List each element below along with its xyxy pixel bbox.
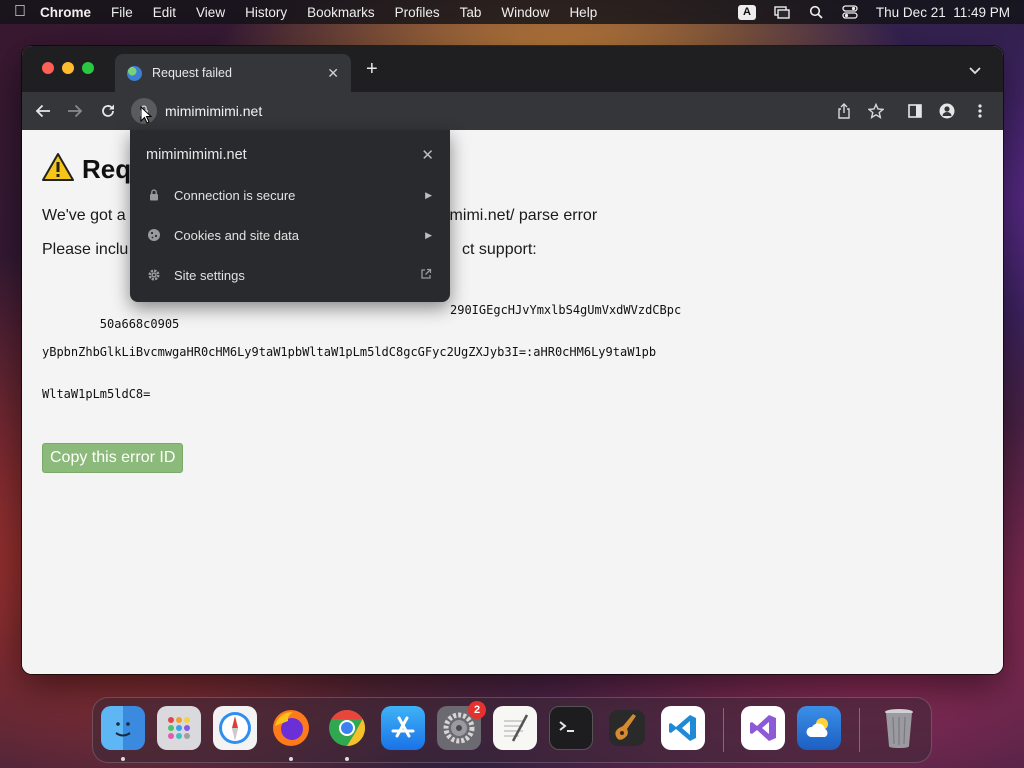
share-icon[interactable] xyxy=(835,102,853,120)
tab-strip: Request failed ✕ + xyxy=(22,46,1003,92)
bookmark-star-icon[interactable] xyxy=(867,102,885,120)
cookie-icon xyxy=(146,228,162,242)
menu-bar:  Chrome File Edit View History Bookmark… xyxy=(0,0,1024,24)
finder-dock-icon[interactable] xyxy=(101,706,145,750)
input-source-badge[interactable]: A xyxy=(737,4,756,20)
tab-search-chevron-icon[interactable] xyxy=(969,62,981,80)
new-tab-button[interactable]: + xyxy=(366,59,378,79)
weather-dock-icon[interactable] xyxy=(797,706,841,750)
dock-separator xyxy=(859,708,860,752)
cookies-site-data-row[interactable]: Cookies and site data ▶ xyxy=(130,215,450,255)
back-button[interactable] xyxy=(34,102,52,120)
textedit-dock-icon[interactable] xyxy=(493,706,537,750)
profile-avatar-icon[interactable] xyxy=(938,102,956,120)
external-link-icon xyxy=(420,268,432,282)
reload-button[interactable] xyxy=(99,102,117,120)
garageband-dock-icon[interactable] xyxy=(605,706,649,750)
error-description-start: We've got a xyxy=(42,207,126,224)
safari-dock-icon[interactable] xyxy=(213,706,257,750)
trash-dock-icon[interactable] xyxy=(877,706,921,750)
gear-icon xyxy=(146,268,162,282)
firefox-dock-icon[interactable] xyxy=(269,706,313,750)
menu-bookmarks[interactable]: Bookmarks xyxy=(307,5,375,20)
site-settings-label: Site settings xyxy=(174,267,245,283)
vscode-dock-icon[interactable] xyxy=(661,706,705,750)
chrome-running-dot xyxy=(345,757,349,761)
control-center-icon[interactable] xyxy=(842,5,858,19)
chrome-menu-icon[interactable] xyxy=(971,102,989,120)
site-info-popup: mimimimimi.net ✕ Connection is secure ▶ … xyxy=(130,130,450,302)
menu-profiles[interactable]: Profiles xyxy=(395,5,440,20)
support-instruction-end: ct support: xyxy=(462,241,537,258)
error-id-line-1-start: 50a668c0905 xyxy=(99,317,180,331)
terminal-dock-icon[interactable] xyxy=(549,706,593,750)
menubar-clock[interactable]: Thu Dec 21 11:49 PM xyxy=(876,5,1010,20)
warning-icon xyxy=(42,152,74,187)
system-settings-dock-icon[interactable]: 2 xyxy=(437,701,486,750)
finder-running-dot xyxy=(121,757,125,761)
zoom-window-button[interactable] xyxy=(82,62,94,74)
error-description-end: imimi.net/ parse error xyxy=(446,207,598,224)
popup-site-name: mimimimimi.net xyxy=(146,147,247,163)
menu-app-chrome[interactable]: Chrome xyxy=(40,5,91,20)
launchpad-dock-icon[interactable] xyxy=(157,706,201,750)
window-controls xyxy=(42,62,94,74)
screen-mirroring-icon[interactable] xyxy=(774,5,790,19)
minimize-window-button[interactable] xyxy=(62,62,74,74)
cookies-site-data-label: Cookies and site data xyxy=(174,227,300,243)
menu-view[interactable]: View xyxy=(196,5,225,20)
chevron-right-icon: ▶ xyxy=(425,189,432,200)
tab-title: Request failed xyxy=(152,66,232,80)
menu-file[interactable]: File xyxy=(111,5,133,20)
apple-menu-icon[interactable]:  xyxy=(14,3,40,21)
tab-request-failed[interactable]: Request failed ✕ xyxy=(115,54,351,92)
address-bar[interactable]: mimimimimi.net xyxy=(128,97,898,125)
dock: 2 xyxy=(92,697,932,763)
error-id-line-1-end: 290IGEgcHJvYmxlbS4gUmVxdWVzdCBpc xyxy=(450,303,682,317)
chrome-dock-icon[interactable] xyxy=(325,706,369,750)
visual-studio-dock-icon[interactable] xyxy=(741,706,785,750)
page-title: Req xyxy=(82,154,132,184)
globe-favicon-icon xyxy=(127,65,142,81)
spotlight-search-icon[interactable] xyxy=(808,5,824,19)
popup-close-icon[interactable]: ✕ xyxy=(421,146,434,164)
menu-window[interactable]: Window xyxy=(501,5,549,20)
browser-toolbar: mimimimimi.net xyxy=(22,92,1003,130)
firefox-running-dot xyxy=(289,757,293,761)
notification-badge: 2 xyxy=(468,701,486,719)
close-window-button[interactable] xyxy=(42,62,54,74)
menu-tab[interactable]: Tab xyxy=(460,5,482,20)
mouse-pointer-icon xyxy=(140,105,153,129)
connection-secure-row[interactable]: Connection is secure ▶ xyxy=(130,175,450,215)
lock-icon xyxy=(146,189,162,201)
app-store-dock-icon[interactable] xyxy=(381,706,425,750)
site-settings-row[interactable]: Site settings xyxy=(130,255,450,295)
error-id-line-3: WltaW1pLm5ldC8= xyxy=(42,387,151,401)
copy-error-id-button[interactable]: Copy this error ID xyxy=(42,443,184,473)
menu-history[interactable]: History xyxy=(245,5,287,20)
chevron-right-icon: ▶ xyxy=(425,229,432,240)
error-id-line-2: yBpbnZhbGlkLiBvcmwgaHR0cHM6Ly9taW1pbWlta… xyxy=(42,345,657,359)
tab-close-icon[interactable]: ✕ xyxy=(327,65,339,82)
side-panel-icon[interactable] xyxy=(906,102,924,120)
forward-button[interactable] xyxy=(66,102,84,120)
url-text[interactable]: mimimimimi.net xyxy=(165,103,262,119)
support-instruction-start: Please inclu xyxy=(42,241,129,258)
menu-help[interactable]: Help xyxy=(569,5,597,20)
dock-separator xyxy=(723,708,724,752)
connection-secure-label: Connection is secure xyxy=(174,187,296,203)
menu-edit[interactable]: Edit xyxy=(153,5,176,20)
